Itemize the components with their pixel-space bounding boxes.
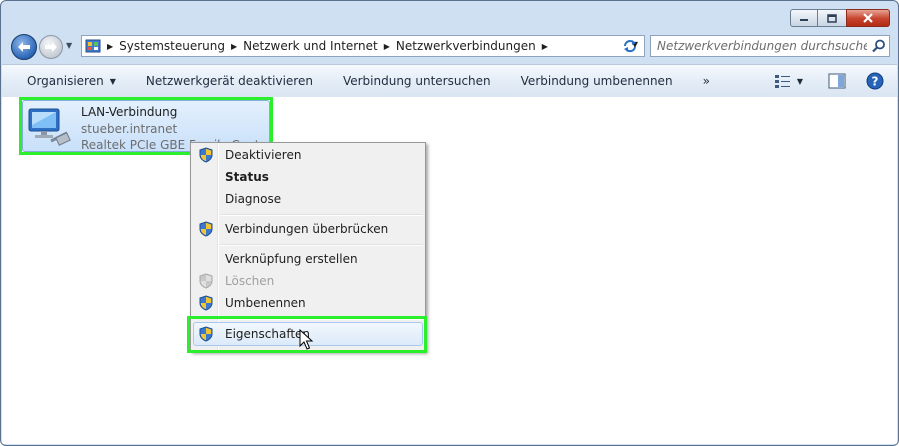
menu-separator [221,244,423,246]
change-view-button[interactable] [773,71,793,91]
navigation-row: ▼ ▶ Systemsteuerung ▶ Netzwerk und Inter… [9,33,890,61]
help-icon: ? [866,72,884,90]
uac-shield-icon [199,273,213,289]
control-panel-icon [85,38,101,54]
deactivate-device-button[interactable]: Netzwerkgerät deaktivieren [131,65,328,97]
menu-item-label: Verknüpfung erstellen [225,252,358,266]
maximize-icon [827,13,837,23]
menu-item-rename[interactable]: Umbenennen [193,292,423,314]
menu-item-label: Umbenennen [225,296,306,310]
connection-name: LAN-Verbindung [81,105,178,119]
breadcrumb-separator[interactable]: ▶ [384,42,390,51]
refresh-icon [624,40,636,53]
menu-item-label: Deaktivieren [225,148,302,162]
diagnose-connection-label: Verbindung untersuchen [342,74,491,88]
command-bar: Organisieren ▼ Netzwerkgerät deaktiviere… [2,64,897,98]
menu-item-label: Löschen [225,274,275,288]
breadcrumb-network-connections[interactable]: Netzwerkverbindungen [396,39,536,53]
menu-item-label: Status [225,170,269,184]
uac-shield-icon [199,147,213,163]
connection-network: stueber.intranet [81,122,178,136]
svg-text:?: ? [872,75,879,89]
arrow-left-icon [18,42,30,52]
view-controls: ▼ ? [763,65,885,97]
diagnose-connection-button[interactable]: Verbindung untersuchen [328,65,506,97]
menu-separator [221,318,423,320]
caption-buttons [790,9,890,27]
close-button[interactable] [846,9,890,27]
refresh-button[interactable] [619,36,641,56]
help-button[interactable]: ? [865,71,885,91]
breadcrumb-separator[interactable]: ▶ [231,42,237,51]
file-list-area[interactable]: LAN-Verbindung stueber.intranet Realtek … [2,97,897,444]
menu-item-label: Verbindungen überbrücken [225,222,389,236]
preview-pane-icon [828,73,846,89]
maximize-button[interactable] [818,9,846,27]
organize-label: Organisieren [27,74,104,88]
menu-separator [221,214,423,216]
forward-button[interactable] [39,35,63,59]
address-bar[interactable]: ▶ Systemsteuerung ▶ Netzwerk und Interne… [81,35,645,57]
network-adapter-icon [28,108,71,146]
breadcrumb-control-panel[interactable]: Systemsteuerung [119,39,225,53]
minimize-button[interactable] [790,9,818,27]
explorer-window: ▼ ▶ Systemsteuerung ▶ Netzwerk und Inter… [0,0,899,446]
breadcrumb-network-internet[interactable]: Netzwerk und Internet [243,39,378,53]
menu-item-create-shortcut[interactable]: Verknüpfung erstellen [193,248,423,270]
rename-connection-label: Verbindung umbenennen [520,74,673,88]
chevron-down-icon: ▼ [109,76,116,86]
menu-item-label: Diagnose [225,192,282,206]
menu-item-delete: Löschen [193,270,423,292]
rename-connection-button[interactable]: Verbindung umbenennen [506,65,688,97]
more-commands-label: » [702,74,710,88]
search-icon[interactable] [869,36,889,56]
context-menu: Deaktivieren Status Diagnose Verbindunge… [190,142,426,352]
back-button[interactable] [11,34,37,60]
uac-shield-icon [199,221,213,237]
more-commands-button[interactable]: » [688,65,725,97]
close-icon [863,13,873,23]
menu-item-bridge-connections[interactable]: Verbindungen überbrücken [193,218,423,240]
mouse-cursor-icon [299,329,313,350]
menu-item-status[interactable]: Status [193,166,423,188]
menu-item-diagnose[interactable]: Diagnose [193,188,423,210]
minimize-icon [800,19,808,21]
menu-item-deactivate[interactable]: Deaktivieren [193,144,423,166]
menu-item-label: Eigenschaften [225,327,311,341]
breadcrumb-separator[interactable]: ▶ [542,42,548,51]
details-view-icon [775,75,790,88]
view-options-dropdown[interactable]: ▼ [795,71,805,91]
uac-shield-icon [199,326,213,342]
recent-pages-dropdown[interactable]: ▼ [66,41,76,51]
preview-pane-button[interactable] [827,71,847,91]
organize-button[interactable]: Organisieren ▼ [2,65,131,97]
search-box [650,35,890,57]
breadcrumb-separator[interactable]: ▶ [107,42,113,51]
search-input[interactable] [651,38,869,54]
arrow-right-icon [45,42,57,52]
deactivate-device-label: Netzwerkgerät deaktivieren [145,74,313,88]
uac-shield-icon [199,295,213,311]
